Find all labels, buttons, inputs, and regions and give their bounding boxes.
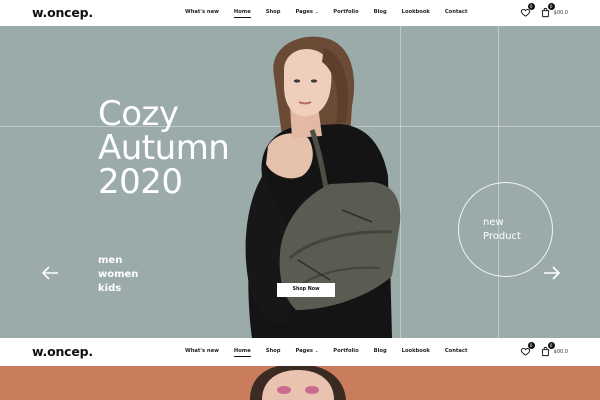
nav-item-portfolio[interactable]: Portfolio <box>333 9 358 15</box>
chevron-down-icon: ⌄ <box>314 9 319 14</box>
nav-item-shop[interactable]: Shop <box>266 9 281 15</box>
cart-count-badge: 0 <box>547 342 555 349</box>
site-logo[interactable]: w.oncep. <box>32 344 93 359</box>
wishlist-count-badge: 0 <box>527 3 535 10</box>
site-logo[interactable]: w.oncep. <box>32 5 93 20</box>
cart-total: $00.0 <box>553 9 568 16</box>
arrow-left-icon <box>41 266 58 280</box>
wishlist-button[interactable]: 0 <box>520 342 535 357</box>
hero-headline-line: Cozy <box>98 94 179 134</box>
header-tools: 0 0 $00.0 <box>514 3 568 18</box>
sticky-header: w.oncep. What's new Home Shop Pages ⌄ Por… <box>0 338 600 366</box>
category-link-men[interactable]: men <box>98 254 138 268</box>
nav-item-shop[interactable]: Shop <box>266 348 281 354</box>
cart-total: $00.0 <box>553 348 568 355</box>
nav-item-contact[interactable]: Contact <box>445 348 468 354</box>
slider-prev-button[interactable] <box>41 266 59 280</box>
wishlist-count-badge: 0 <box>527 342 535 349</box>
nav-item-contact[interactable]: Contact <box>445 9 468 15</box>
nav-item-home[interactable]: Home <box>233 9 251 18</box>
main-nav: What's new Home Shop Pages ⌄ Portfolio Bl… <box>185 9 482 18</box>
site-header: w.oncep. What's new Home Shop Pages ⌄ Por… <box>0 0 600 26</box>
slider-next-button[interactable] <box>543 266 561 280</box>
wishlist-button[interactable]: 0 <box>520 3 535 18</box>
nav-item-lookbook[interactable]: Lookbook <box>402 348 430 354</box>
shop-now-button[interactable]: Shop Now <box>277 283 335 297</box>
hero-categories: men women kids <box>98 254 138 296</box>
nav-item-portfolio[interactable]: Portfolio <box>333 348 358 354</box>
nav-item-whats-new[interactable]: What's new <box>185 348 219 354</box>
nav-item-pages-label: Pages <box>295 348 313 354</box>
cart-count-badge: 0 <box>547 3 555 10</box>
hero-slider: Cozy Autumn 2020 men women kids new Prod… <box>0 26 600 338</box>
arrow-right-icon <box>544 266 561 280</box>
hero-headline: Cozy Autumn 2020 <box>98 94 230 202</box>
hero-headline-line: Autumn <box>98 128 230 168</box>
nav-item-blog[interactable]: Blog <box>374 348 387 354</box>
nav-item-pages[interactable]: Pages ⌄ <box>295 9 318 15</box>
cart-button[interactable]: 0 <box>540 342 555 357</box>
category-link-kids[interactable]: kids <box>98 282 138 296</box>
next-hero-section <box>0 366 600 400</box>
nav-item-pages-label: Pages <box>295 9 313 15</box>
circle-cta-line: new <box>483 217 504 228</box>
new-product-circle-link[interactable]: new Product <box>458 182 553 277</box>
nav-item-blog[interactable]: Blog <box>374 9 387 15</box>
hero-headline-line: 2020 <box>98 162 183 202</box>
cart-button[interactable]: 0 <box>540 3 555 18</box>
header-tools: 0 0 $00.0 <box>514 342 568 357</box>
circle-cta-line: Product <box>483 231 521 242</box>
nav-item-lookbook[interactable]: Lookbook <box>402 9 430 15</box>
chevron-down-icon: ⌄ <box>314 348 319 353</box>
nav-item-home[interactable]: Home <box>233 348 251 357</box>
second-model-image <box>250 366 346 400</box>
category-link-women[interactable]: women <box>98 268 138 282</box>
nav-item-whats-new[interactable]: What's new <box>185 9 219 15</box>
main-nav: What's new Home Shop Pages ⌄ Portfolio Bl… <box>185 348 482 357</box>
nav-item-pages[interactable]: Pages ⌄ <box>295 348 318 354</box>
